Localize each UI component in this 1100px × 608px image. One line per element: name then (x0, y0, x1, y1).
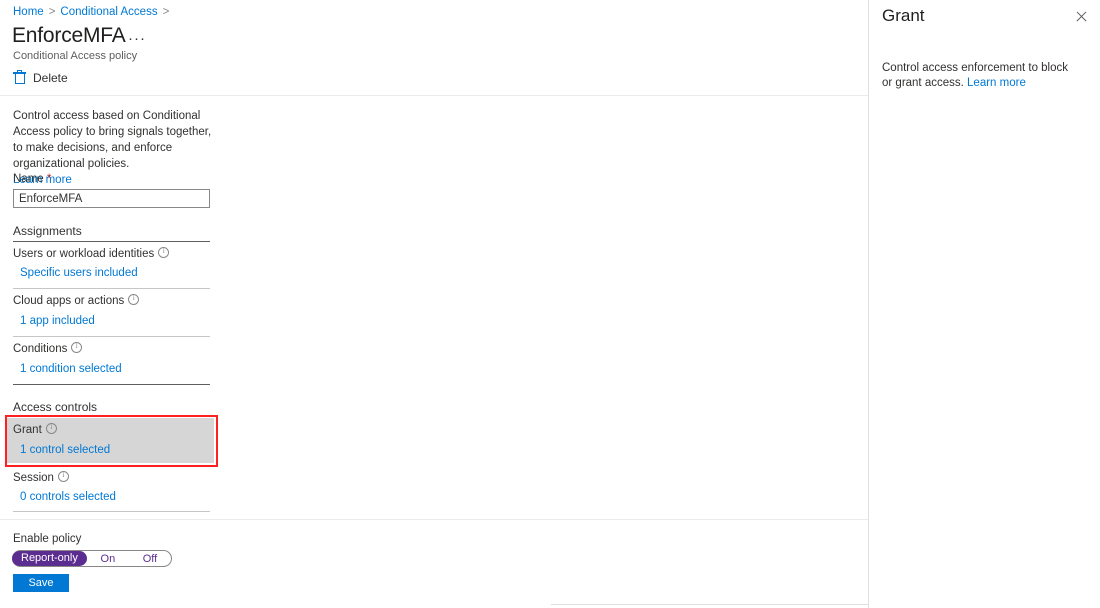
breadcrumb-separator-1: > (48, 6, 56, 18)
grant-blade: Grant Control access enforcement to bloc… (868, 0, 1100, 608)
footer-divider (0, 519, 868, 520)
info-icon[interactable] (45, 421, 57, 434)
breadcrumb-item-home[interactable]: Home (13, 6, 44, 18)
cloud-apps-row-label-text: Cloud apps or actions (13, 295, 125, 307)
grant-row-label-text: Grant (13, 424, 42, 436)
grant-row-value[interactable]: 1 control selected (20, 444, 110, 456)
users-row-label-text: Users or workload identities (13, 248, 155, 260)
close-icon[interactable] (1073, 9, 1089, 25)
policy-name-input[interactable] (13, 189, 210, 208)
access-controls-heading: Access controls (13, 400, 98, 414)
delete-button[interactable]: Delete (13, 70, 68, 85)
command-bar-divider (0, 95, 868, 96)
breadcrumb: Home > Conditional Access > (13, 6, 174, 18)
info-icon[interactable] (71, 340, 83, 353)
bottom-divider (551, 604, 868, 605)
conditions-row-label: Conditions (13, 340, 83, 355)
assignments-heading: Assignments (13, 224, 82, 238)
enable-policy-toggle[interactable]: Report-only On Off (12, 550, 172, 567)
grant-row-label: Grant (13, 421, 57, 436)
trash-icon (13, 70, 26, 85)
users-row-divider (13, 288, 210, 289)
cloud-apps-row-value[interactable]: 1 app included (20, 315, 95, 327)
conditional-access-page: Home > Conditional Access > EnforceMFA ··· … (0, 0, 1100, 608)
session-row-label: Session (13, 469, 69, 484)
delete-button-label: Delete (33, 71, 68, 85)
grant-blade-title: Grant (882, 6, 925, 25)
name-required-asterisk: * (46, 173, 52, 185)
enable-policy-option-on[interactable]: On (87, 553, 129, 565)
policy-intro-body: Control access based on Conditional Acce… (13, 110, 212, 170)
session-row-value[interactable]: 0 controls selected (20, 491, 116, 503)
policy-detail-panel: Home > Conditional Access > EnforceMFA ··· … (0, 0, 868, 608)
conditions-row-value[interactable]: 1 condition selected (20, 363, 122, 375)
page-title: EnforceMFA (12, 24, 126, 47)
page-subtitle: Conditional Access policy (13, 50, 138, 62)
more-options-icon[interactable]: ··· (128, 30, 146, 47)
users-row-value[interactable]: Specific users included (20, 267, 138, 279)
cloud-apps-row-label: Cloud apps or actions (13, 292, 140, 307)
conditions-row-label-text: Conditions (13, 343, 68, 355)
users-row-label: Users or workload identities (13, 245, 170, 260)
grant-blade-description: Control access enforcement to block or g… (882, 61, 1078, 91)
conditions-row-divider (13, 384, 210, 385)
name-field-label: Name * (13, 173, 51, 185)
name-label-text: Name (13, 173, 44, 185)
enable-policy-label: Enable policy (13, 533, 82, 545)
breadcrumb-separator-2: > (162, 6, 170, 18)
cloud-apps-row-divider (13, 336, 210, 337)
session-row-label-text: Session (13, 472, 54, 484)
enable-policy-option-off[interactable]: Off (129, 553, 171, 565)
info-icon[interactable] (158, 245, 170, 258)
assignments-heading-divider (13, 241, 210, 242)
grant-blade-learn-more-link[interactable]: Learn more (967, 77, 1026, 89)
save-button[interactable]: Save (13, 574, 69, 592)
enable-policy-option-report-only[interactable]: Report-only (12, 551, 87, 566)
session-row-divider (13, 511, 210, 512)
info-icon[interactable] (57, 469, 69, 482)
info-icon[interactable] (128, 292, 140, 305)
breadcrumb-item-conditional-access[interactable]: Conditional Access (60, 6, 157, 18)
